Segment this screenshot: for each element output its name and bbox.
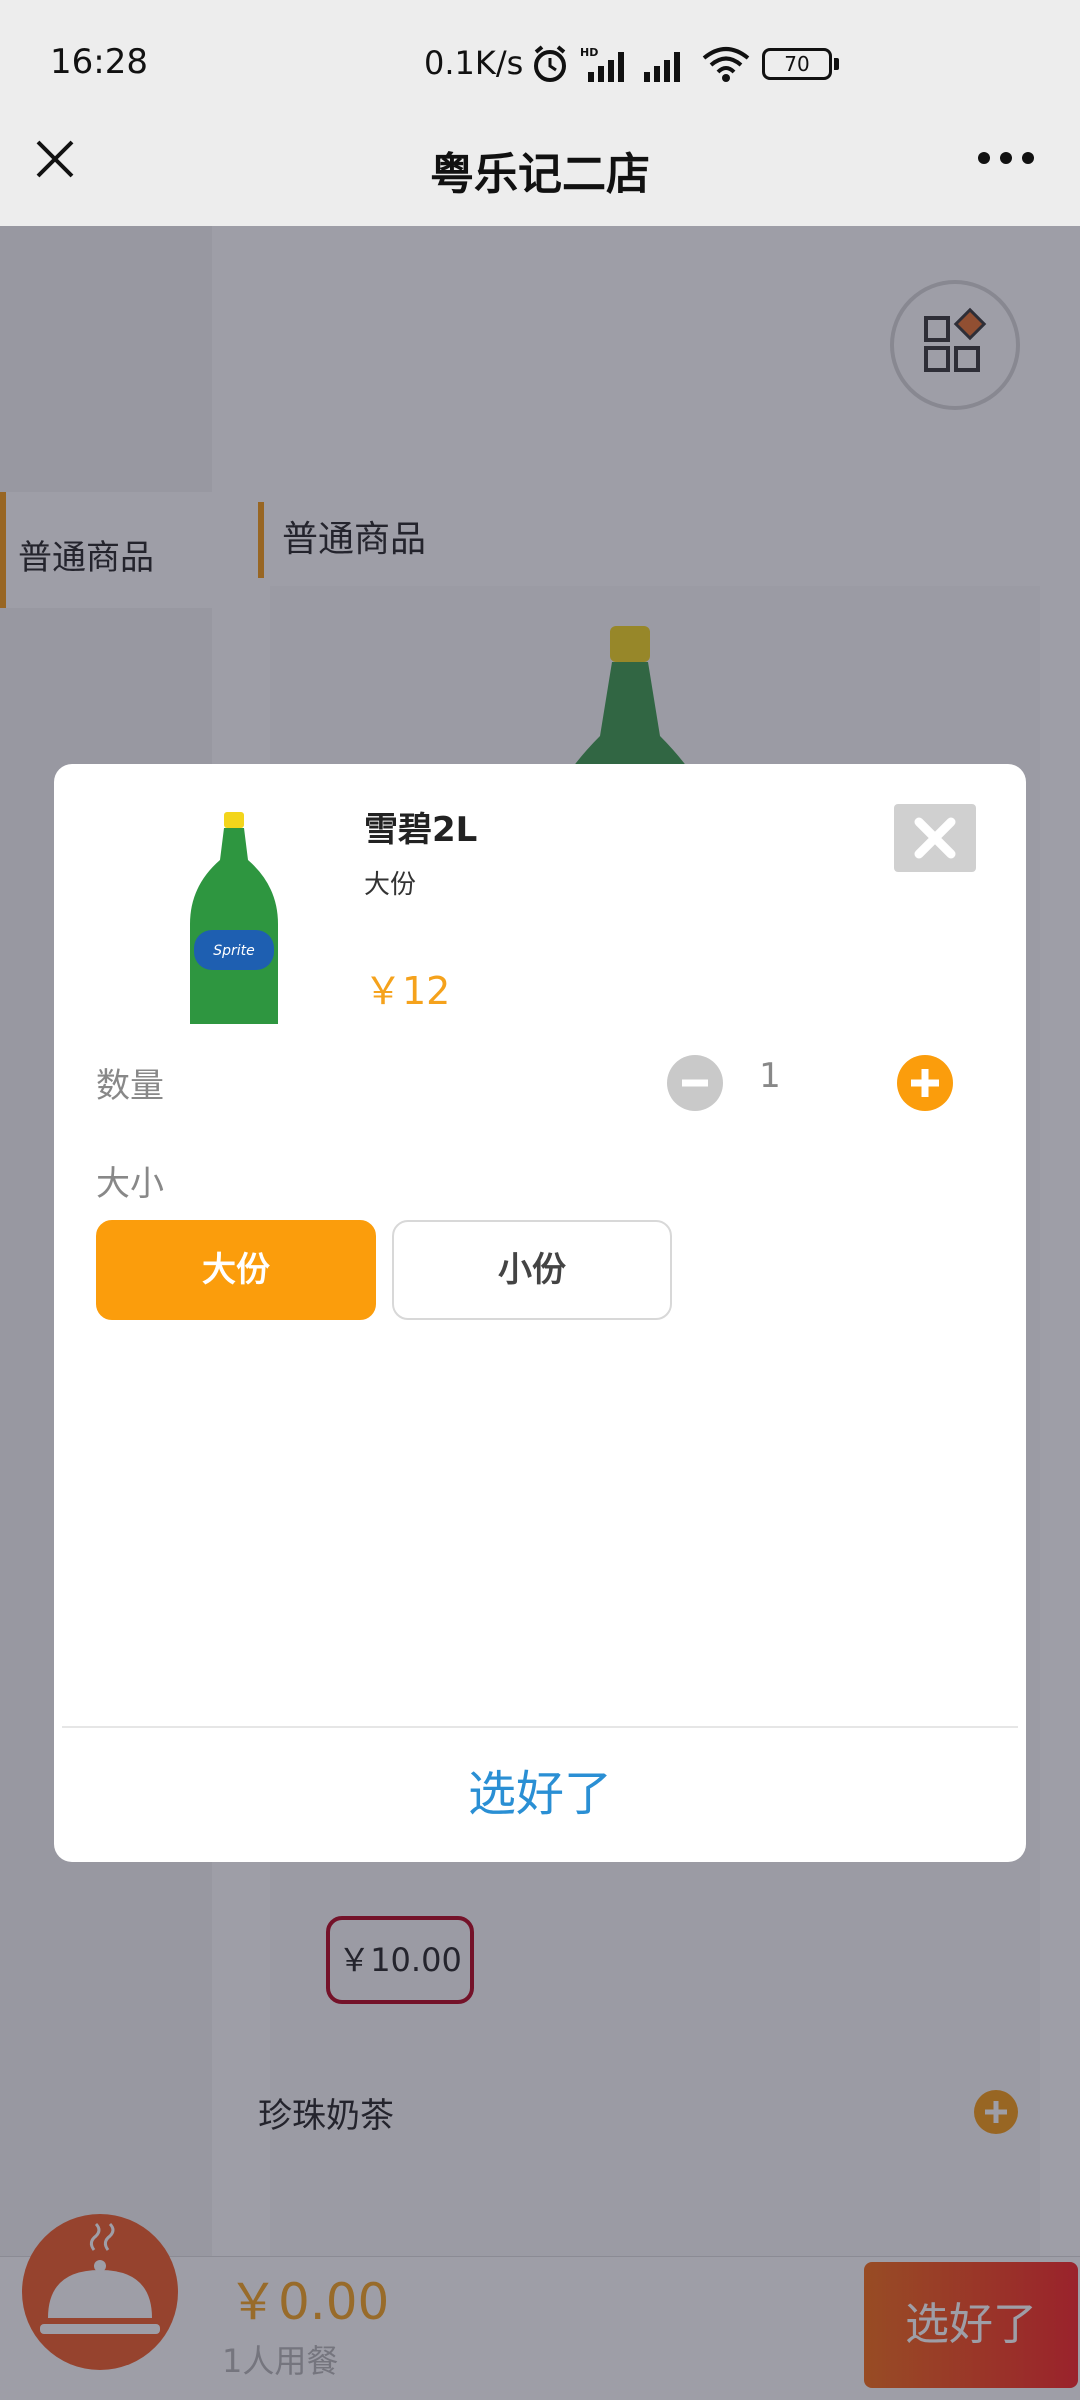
signal-icon: HD [580,46,624,82]
status-time: 16:28 [50,42,148,82]
confirm-button[interactable]: 选好了 [54,1726,1026,1862]
battery-icon: 70 [762,48,832,80]
nav-bar: 粤乐记二店 [0,110,1080,226]
network-speed: 0.1K/s [424,44,524,82]
size-option-large[interactable]: 大份 [96,1220,376,1320]
battery-level: 70 [784,52,810,76]
svg-text:Sprite: Sprite [213,943,255,959]
alarm-icon [534,45,566,82]
close-square-icon [914,817,956,859]
plus-circle-icon[interactable] [896,1054,954,1112]
size-option-small[interactable]: 小份 [392,1220,672,1320]
quantity-value: 1 [759,1056,781,1096]
close-button[interactable] [894,804,976,872]
signal-icon-2 [644,52,680,82]
product-price: ￥12 [364,969,451,1013]
product-options-dialog: Sprite 雪碧2L 大份 ￥12 数量 1 大小 大份 小份 选好了 [54,764,1026,1862]
product-thumbnail: Sprite [190,812,278,1024]
page-title: 粤乐记二店 [430,149,650,200]
battery-tip [834,58,839,70]
size-label: 大小 [96,1164,164,1204]
selected-variant: 大份 [364,870,417,900]
minus-circle-icon[interactable] [666,1054,724,1112]
product-name: 雪碧2L [364,810,478,850]
quantity-label: 数量 [96,1066,164,1106]
svg-text:HD: HD [580,46,598,59]
wifi-icon [702,47,750,82]
more-icon[interactable] [976,148,1036,168]
status-bar: 16:28 0.1K/s HD 70 [0,0,1080,110]
